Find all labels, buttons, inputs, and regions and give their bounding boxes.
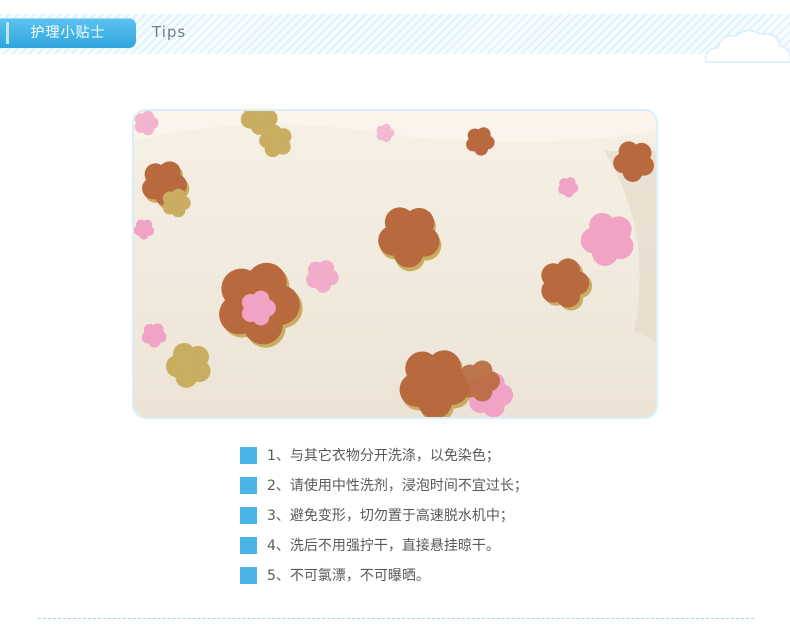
square-bullet-icon — [240, 476, 257, 494]
tip-text: 3、避免变形，切勿置于高速脱水机中； — [267, 508, 514, 524]
square-bullet-icon — [240, 566, 257, 584]
list-item: 3、避免变形，切勿置于高速脱水机中； — [240, 500, 660, 530]
square-bullet-icon — [240, 506, 257, 524]
footer-divider — [38, 618, 754, 619]
section-title-tab: 护理小贴士 — [0, 18, 136, 48]
care-tips-list: 1、与其它衣物分开洗涤，以免染色； 2、请使用中性洗剂，浸泡时间不宜过长； 3、… — [240, 440, 660, 590]
tip-text: 2、请使用中性洗剂，浸泡时间不宜过长； — [267, 478, 528, 494]
square-bullet-icon — [240, 536, 257, 554]
fabric-image — [134, 111, 656, 417]
list-item: 2、请使用中性洗剂，浸泡时间不宜过长； — [240, 470, 660, 500]
product-fabric-photo — [132, 109, 658, 419]
list-item: 5、不可氯漂，不可曝晒。 — [240, 560, 660, 590]
tip-text: 5、不可氯漂，不可曝晒。 — [267, 568, 430, 584]
tip-text: 1、与其它衣物分开洗涤，以免染色； — [267, 448, 500, 464]
list-item: 4、洗后不用强拧干，直接悬挂晾干。 — [240, 530, 660, 560]
cloud-icon — [705, 29, 790, 63]
section-title: 护理小贴士 — [30, 25, 106, 41]
list-item: 1、与其它衣物分开洗涤，以免染色； — [240, 440, 660, 470]
section-header-banner: 护理小贴士 Tips — [0, 14, 790, 63]
tip-text: 4、洗后不用强拧干，直接悬挂晾干。 — [267, 538, 500, 554]
section-subtitle: Tips — [152, 23, 187, 41]
square-bullet-icon — [240, 446, 257, 464]
